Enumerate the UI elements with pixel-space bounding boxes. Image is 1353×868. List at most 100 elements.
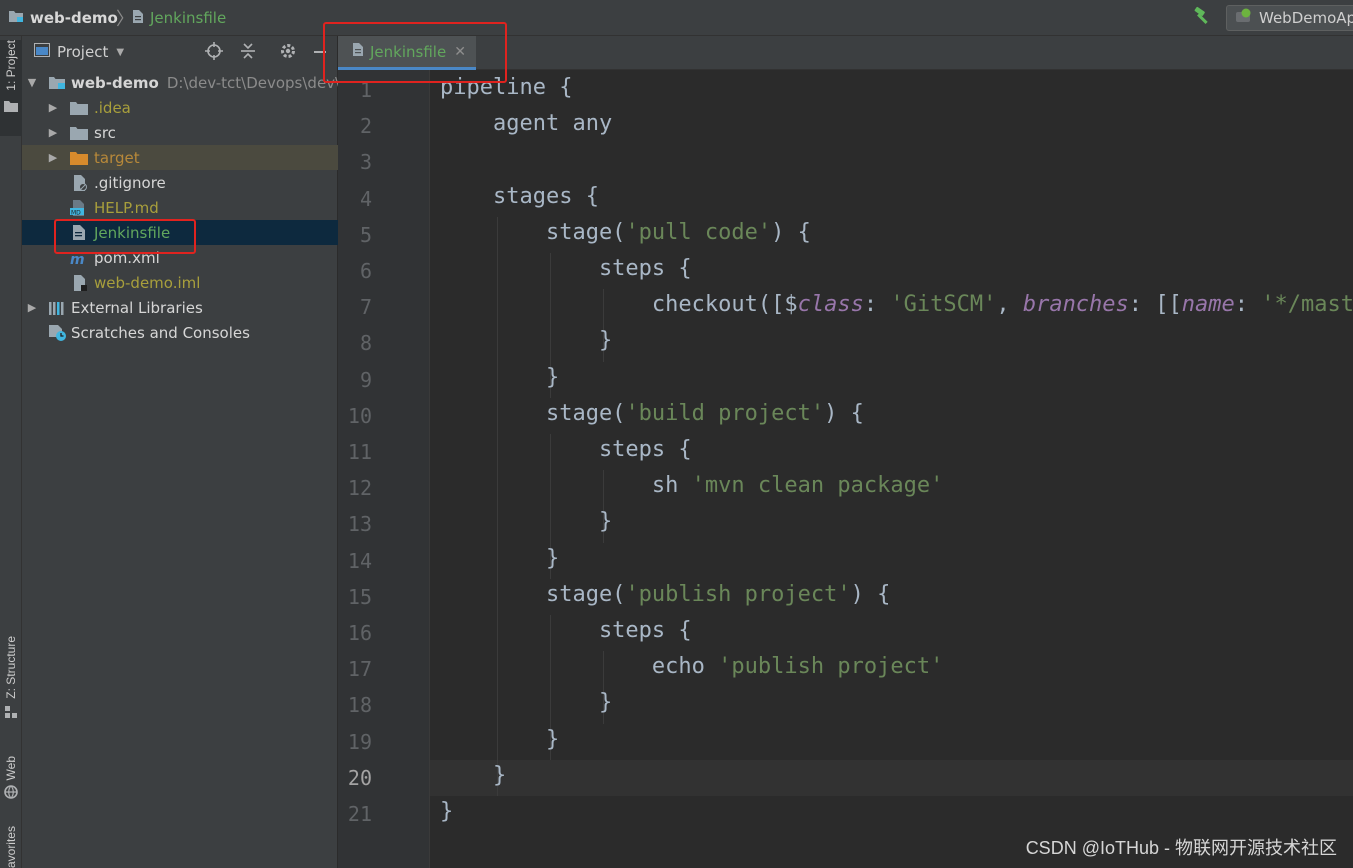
text-file-icon	[352, 42, 364, 61]
favorites-tool-window-label: 2: Favorites	[4, 826, 18, 868]
module-icon	[48, 75, 66, 90]
run-configuration-dropdown[interactable]: WebDemoApplication	[1226, 5, 1353, 31]
line-number-gutter: 1 2 3 4 5 6 7 8 9 10 11 12 13 14 15 16 17 18 19 20 21	[338, 70, 430, 868]
svg-text:MD: MD	[71, 209, 81, 216]
module-icon	[8, 9, 24, 27]
tree-node-pom-xml[interactable]: m pom.xml	[22, 245, 338, 270]
code-line: stage('pull code') {	[440, 219, 811, 245]
line-number: 12	[347, 476, 372, 501]
run-configuration-label: WebDemoApplication	[1259, 9, 1353, 27]
code-line: }	[440, 690, 613, 716]
folder-icon	[70, 101, 88, 115]
favorites-tool-window-button[interactable]: 2: Favorites	[0, 826, 22, 868]
project-panel-title: Project	[57, 43, 109, 61]
line-number: 4	[359, 186, 372, 211]
line-number: 15	[347, 584, 372, 609]
line-number: 18	[347, 693, 372, 718]
tree-node-label: Scratches and Consoles	[71, 323, 250, 342]
tree-node-help-md[interactable]: MD HELP.md	[22, 195, 338, 220]
tree-node-scratches[interactable]: Scratches and Consoles	[22, 320, 338, 345]
line-number: 14	[347, 548, 372, 573]
collapse-all-button[interactable]	[238, 43, 258, 63]
breadcrumb-file[interactable]: Jenkinsfile	[132, 0, 226, 36]
module-path: D:\dev-tct\Devops\dev\web-demo	[166, 73, 338, 92]
tree-node-label: Jenkinsfile	[94, 223, 171, 242]
tree-node-external-libraries[interactable]: ▶ External Libraries	[22, 295, 338, 320]
settings-button[interactable]	[278, 43, 298, 63]
tree-node-label: web-demoD:\dev-tct\Devops\dev\web-demo	[71, 74, 338, 92]
maven-file-icon: m	[70, 251, 90, 265]
tree-node-label: target	[94, 148, 140, 167]
tree-node-jenkinsfile[interactable]: Jenkinsfile	[22, 220, 338, 245]
code-line: steps {	[440, 437, 692, 462]
code-line: checkout([$class: 'GitSCM', branches: [[…	[440, 292, 1353, 318]
breadcrumb-file-label: Jenkinsfile	[150, 9, 227, 27]
tree-node-label: HELP.md	[94, 198, 159, 217]
tree-node-label: src	[94, 123, 116, 142]
iml-file-icon	[72, 274, 88, 292]
build-button[interactable]	[1190, 6, 1214, 30]
breadcrumb-project[interactable]: web-demo	[8, 0, 118, 36]
svg-text:m: m	[70, 252, 85, 265]
tree-node-web-demo[interactable]: ▼ web-demoD:\dev-tct\Devops\dev\web-demo	[22, 70, 338, 95]
expand-arrow-icon[interactable]: ▼	[26, 76, 38, 89]
locate-file-button[interactable]	[204, 42, 224, 63]
line-number: 13	[347, 512, 372, 537]
line-number: 7	[359, 295, 372, 320]
web-tool-window-button[interactable]: Web	[0, 756, 22, 816]
expand-arrow-icon[interactable]: ▶	[47, 126, 59, 139]
web-tool-window-label: Web	[4, 756, 18, 781]
expand-arrow-icon[interactable]: ▶	[47, 151, 59, 164]
left-tool-stripe: 1: Project Z: Structure Web 2: Favorites	[0, 36, 22, 868]
tab-jenkinsfile[interactable]: Jenkinsfile ✕	[338, 36, 476, 70]
tree-node-idea[interactable]: ▶ .idea	[22, 95, 338, 120]
structure-icon	[5, 703, 17, 722]
project-panel-header: Project ▼	[22, 36, 338, 70]
breadcrumb-project-label: web-demo	[30, 9, 118, 27]
code-line: }	[440, 799, 454, 824]
close-icon[interactable]: ✕	[454, 44, 466, 60]
expand-arrow-icon[interactable]: ▶	[47, 101, 59, 114]
code-line: }	[440, 364, 560, 390]
globe-icon	[4, 784, 18, 803]
tree-node-label: web-demo.iml	[94, 273, 201, 292]
line-number: 6	[359, 259, 372, 283]
line-number: 20	[347, 765, 372, 790]
tree-node-label: .idea	[94, 98, 131, 117]
structure-tool-window-button[interactable]: Z: Structure	[0, 636, 22, 736]
line-number: 11	[347, 440, 372, 464]
project-view-selector[interactable]: Project ▼	[34, 43, 124, 61]
text-file-icon	[132, 9, 144, 28]
gear-icon	[279, 42, 297, 64]
project-view-icon	[34, 43, 50, 61]
line-number: 3	[359, 150, 372, 175]
tab-label: Jenkinsfile	[370, 42, 447, 61]
project-tool-window-button[interactable]: 1: Project	[0, 40, 22, 136]
code-editor-area[interactable]: pipeline { agent any stages { stage('pul…	[430, 70, 1353, 868]
folder-icon	[70, 126, 88, 140]
hide-panel-button[interactable]	[310, 43, 330, 63]
line-number: 8	[359, 331, 372, 356]
line-number: 9	[359, 367, 372, 392]
gitignore-file-icon	[72, 174, 88, 192]
code-line: pipeline {	[440, 75, 573, 100]
tree-node-gitignore[interactable]: .gitignore	[22, 170, 338, 195]
tree-node-src[interactable]: ▶ src	[22, 120, 338, 145]
editor: Jenkinsfile ✕ 1 2 3 4 5 6 7 8 9 10 11 12 13 14 15 16 17 1…	[338, 36, 1353, 868]
scratches-icon	[48, 324, 68, 342]
line-number: 16	[347, 621, 372, 645]
expand-arrow-icon[interactable]: ▶	[26, 301, 38, 314]
folder-icon	[4, 97, 18, 116]
caret-line-highlight	[430, 759, 1353, 796]
tree-node-label: pom.xml	[94, 248, 160, 267]
tree-node-web-demo-iml[interactable]: web-demo.iml	[22, 270, 338, 295]
spring-boot-icon	[1235, 8, 1253, 28]
libraries-icon	[48, 300, 68, 316]
project-tool-window-label: 1: Project	[4, 40, 18, 91]
navigation-bar: web-demo 〉 Jenkinsfile WebDemoApplicatio…	[0, 0, 1353, 36]
line-number: 1	[359, 78, 372, 102]
line-number: 5	[359, 222, 372, 247]
minimize-icon	[313, 44, 327, 63]
line-number: 17	[347, 657, 372, 682]
tree-node-target[interactable]: ▶ target	[22, 145, 338, 170]
